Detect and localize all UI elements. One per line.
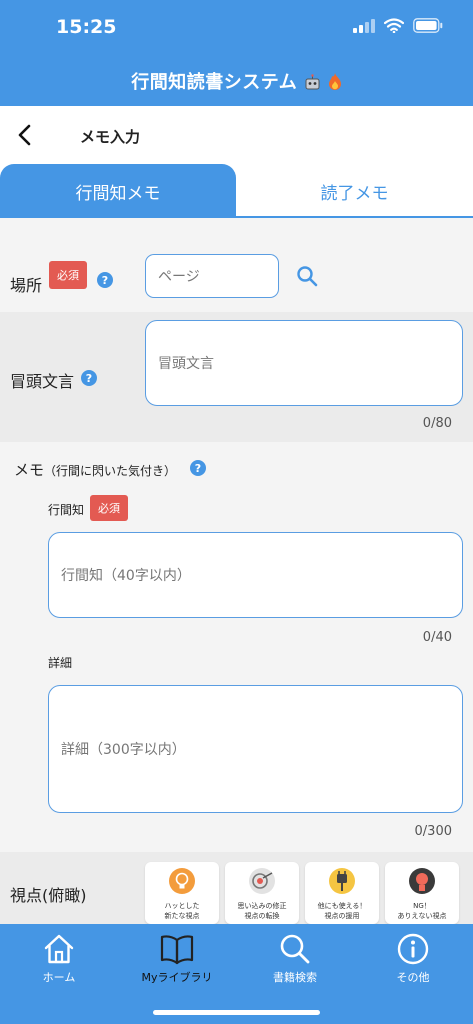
detail-label: 詳細 [48,656,73,670]
app-title-text: 行間知読書システム [131,72,298,93]
tab-my-library[interactable]: Myライブラリ [127,932,227,988]
place-label: 場所 [10,276,43,295]
insight-label: 行間知 [48,503,85,517]
tab-label: 書籍検索 [273,971,317,984]
help-icon[interactable]: ? [97,272,113,288]
viewpoint-card-shift[interactable]: 思い込みの修正 視点の転換 [225,862,299,924]
subheader: メモ入力 [0,106,473,164]
info-icon [397,933,429,965]
viewpoint-card-new[interactable]: ハッとした 新たな視点 [145,862,219,924]
page-title: メモ入力 [80,128,141,146]
viewpoint-card-label: 思い込みの修正 視点の転換 [237,902,287,920]
viewpoint-card-ng[interactable]: NG！ ありえない視点 [385,862,459,924]
detail-counter: 0/300 [414,824,452,839]
battery-icon [413,18,443,33]
status-time: 15:25 [56,16,117,38]
book-icon [160,935,194,965]
viewpoint-label: 視点(俯瞰) [10,886,87,905]
opening-textarea[interactable]: 冒頭文言 [145,320,463,406]
target-icon [249,868,275,894]
viewpoint-card-label: 他にも使える！ 視点の援用 [317,902,367,920]
memo-heading: メモ（行間に閃いた気付き） [14,459,176,480]
home-icon [44,934,74,964]
plug-icon [329,868,355,894]
ng-head-icon [409,868,435,894]
memo-label: メモ [14,461,45,479]
opening-section: 冒頭文言 ? 冒頭文言 0/80 [0,312,473,442]
bottom-tab-bar: ホーム Myライブラリ 書籍検索 その他 [0,924,473,1024]
memo-tabs: 行間知メモ 読了メモ [0,164,473,218]
robot-icon [305,74,320,90]
cellular-signal-icon [353,18,375,33]
app-title: 行間知読書システム [0,68,473,94]
insight-counter: 0/40 [422,630,452,645]
memo-sublabel: （行間に閃いた気付き） [44,464,177,478]
tab-label: Myライブラリ [141,971,213,984]
search-icon[interactable] [296,265,318,287]
form-content: 場所 必須 ? ページ 冒頭文言 ? 冒頭文言 0/80 メモ（行間に閃いた気付… [0,218,473,924]
tab-other[interactable]: その他 [363,932,463,988]
tab-label: ホーム [42,971,76,984]
place-section: 場所 必須 ? ページ [0,218,473,312]
opening-counter: 0/80 [422,416,452,431]
help-icon[interactable]: ? [81,370,97,386]
back-button[interactable] [12,120,38,150]
required-badge: 必須 [90,495,128,521]
required-badge: 必須 [49,261,87,289]
tab-book-search[interactable]: 書籍検索 [245,932,345,988]
wifi-icon [384,18,404,33]
memo-section: メモ（行間に閃いた気付き） ? 行間知 必須 行間知（40字以内） 0/40 詳… [0,442,473,852]
viewpoint-card-apply[interactable]: 他にも使える！ 視点の援用 [305,862,379,924]
tab-label: その他 [396,971,430,984]
opening-label: 冒頭文言 [10,372,75,391]
fire-icon [328,73,341,90]
lightbulb-icon [169,868,195,894]
tab-dokuryo-memo[interactable]: 読了メモ [236,164,473,218]
tab-gyokanchi-memo[interactable]: 行間知メモ [0,164,236,218]
home-indicator [153,1010,320,1015]
detail-textarea[interactable]: 詳細（300字以内） [48,685,463,813]
help-icon[interactable]: ? [190,460,206,476]
page-input[interactable]: ページ [145,254,279,298]
tab-home[interactable]: ホーム [9,932,109,988]
search-icon [280,934,310,964]
insight-textarea[interactable]: 行間知（40字以内） [48,532,463,618]
status-icons [353,18,443,33]
viewpoint-card-label: NG！ ありえない視点 [397,902,447,920]
app-header: 15:25 行間知読書システム [0,0,473,106]
viewpoint-card-label: ハッとした 新たな視点 [164,902,200,920]
